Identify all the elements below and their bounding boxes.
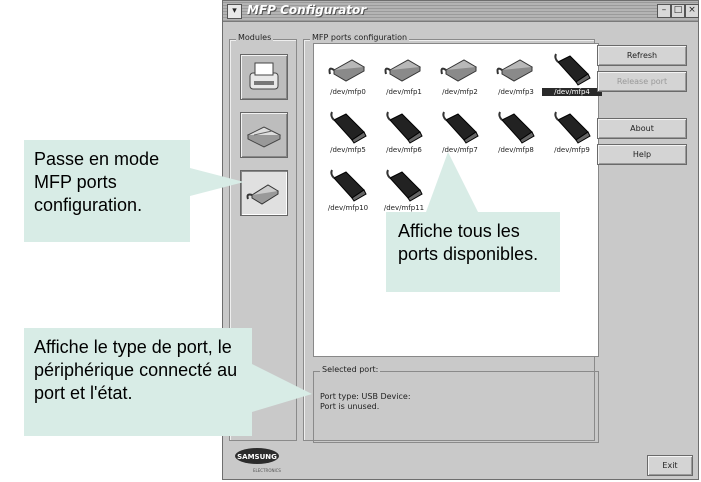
- printer-module-button[interactable]: [240, 54, 288, 100]
- port-label: /dev/mfp4: [542, 88, 602, 96]
- callout-type: Affiche le type de port, le périphérique…: [24, 328, 312, 436]
- port-label: /dev/mfp2: [442, 88, 478, 96]
- port-item[interactable]: /dev/mfp2: [430, 52, 490, 107]
- port-item[interactable]: /dev/mfp3: [486, 52, 546, 107]
- window-title: MFP Configurator: [247, 3, 367, 17]
- callout-mode: Passe en mode MFP ports configuration.: [24, 140, 244, 242]
- samsung-logo: SAMSUNG ELECTRONICS: [233, 446, 285, 476]
- help-button[interactable]: Help: [597, 144, 687, 165]
- callout-mode-text: Passe en mode MFP ports configuration.: [34, 149, 160, 215]
- parallel-port-icon: [440, 59, 478, 82]
- selected-port-info: Port type: USB Device: Port is unused.: [320, 392, 411, 412]
- maximize-icon[interactable]: □: [671, 4, 685, 18]
- callout-ports-pointer: [426, 152, 478, 212]
- refresh-button[interactable]: Refresh: [597, 45, 687, 66]
- parallel-port-icon: [328, 59, 366, 82]
- about-button[interactable]: About: [597, 118, 687, 139]
- selected-port-group: Selected port: Port type: USB Device: Po…: [313, 365, 599, 443]
- logo-sub: ELECTRONICS: [253, 468, 281, 473]
- usb-port-icon: [386, 111, 423, 144]
- parallel-port-icon: [384, 59, 422, 82]
- port-label: /dev/mfp5: [330, 146, 366, 154]
- exit-button[interactable]: Exit: [647, 455, 693, 476]
- title-bar: ▾ MFP Configurator – □ ×: [223, 1, 699, 22]
- printer-icon: [249, 62, 279, 90]
- callout-type-text: Affiche le type de port, le périphérique…: [34, 337, 238, 403]
- usb-port-icon: [498, 111, 535, 144]
- close-icon[interactable]: ×: [685, 4, 699, 18]
- usb-port-icon: [554, 111, 591, 144]
- port-type-line: Port type: USB Device:: [320, 392, 411, 401]
- parallel-port-icon: [496, 59, 534, 82]
- port-label: /dev/mfp0: [330, 88, 366, 96]
- minimize-icon[interactable]: –: [657, 4, 671, 18]
- window-menu-icon[interactable]: ▾: [227, 4, 242, 19]
- port-label: /dev/mfp10: [327, 204, 369, 212]
- usb-port-icon: [330, 111, 367, 144]
- usb-port-icon: [330, 169, 367, 202]
- port-item[interactable]: /dev/mfp4: [542, 52, 602, 107]
- port-item[interactable]: /dev/mfp5: [318, 110, 378, 165]
- usb-port-icon: [554, 53, 591, 86]
- callout-type-pointer: [252, 364, 312, 412]
- port-status-line: Port is unused.: [320, 402, 380, 411]
- logo-brand: SAMSUNG: [237, 453, 277, 461]
- callout-mode-pointer: [190, 168, 244, 196]
- modules-label: Modules: [236, 33, 274, 42]
- usb-port-icon: [442, 111, 479, 144]
- port-item[interactable]: /dev/mfp0: [318, 52, 378, 107]
- port-label: /dev/mfp3: [498, 88, 534, 96]
- callout-ports: Affiche tous les ports disponibles.: [386, 152, 560, 292]
- port-item[interactable]: /dev/mfp1: [374, 52, 434, 107]
- ports-config-label: MFP ports configuration: [310, 33, 410, 42]
- port-item[interactable]: /dev/mfp10: [318, 168, 378, 223]
- port-label: /dev/mfp1: [386, 88, 422, 96]
- release-port-button[interactable]: Release port: [597, 71, 687, 92]
- callout-ports-text: Affiche tous les ports disponibles.: [398, 221, 539, 264]
